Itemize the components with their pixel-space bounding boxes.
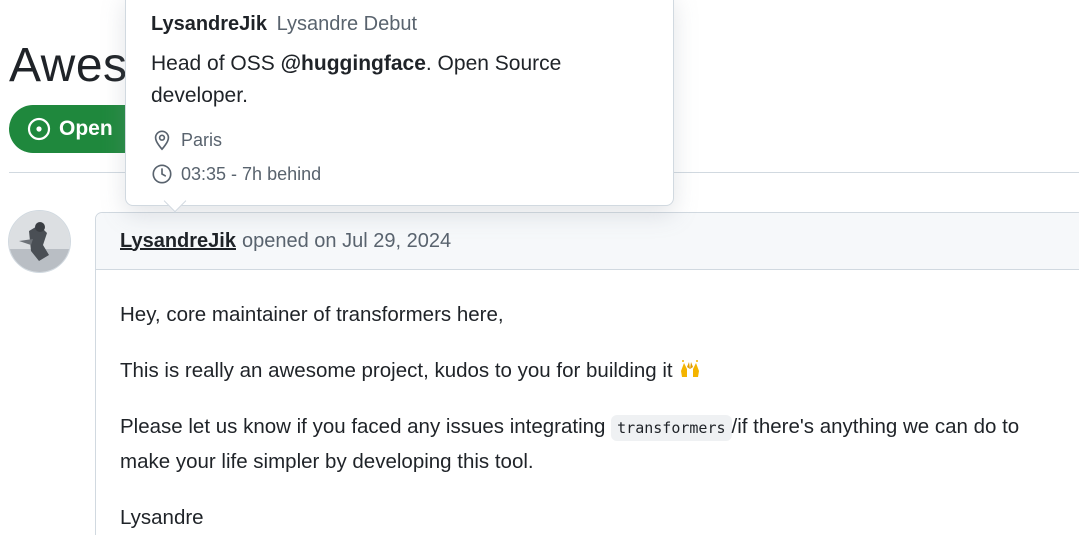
hovercard-arrow xyxy=(163,189,187,213)
raised-hands-emoji-icon xyxy=(681,360,700,377)
hovercard-location: Paris xyxy=(151,128,648,152)
hovercard-mention[interactable]: @huggingface xyxy=(281,52,426,75)
comment-paragraph: Please let us know if you faced any issu… xyxy=(120,415,1020,473)
comment-author-link[interactable]: LysandreJik xyxy=(120,230,236,253)
comment-card: LysandreJik opened on Jul 29, 2024 Hey, … xyxy=(95,212,1079,535)
comment-header: LysandreJik opened on Jul 29, 2024 xyxy=(96,213,1079,270)
hovercard-bio: Head of OSS @huggingface. Open Source de… xyxy=(151,52,562,107)
comment-signature: Lysandre xyxy=(120,506,204,529)
hovercard-fullname: Lysandre Debut xyxy=(276,13,418,35)
hovercard-login[interactable]: LysandreJik xyxy=(151,13,267,35)
comment-paragraph: Hey, core maintainer of transformers her… xyxy=(120,303,504,326)
comment-body: Hey, core maintainer of transformers her… xyxy=(96,270,1079,534)
comment-paragraph: This is really an awesome project, kudos… xyxy=(120,354,1060,387)
inline-code: transformers xyxy=(611,415,732,441)
issue-opened-icon xyxy=(27,117,51,141)
hovercard-name: LysandreJik Lysandre Debut xyxy=(151,13,648,36)
location-pin-icon xyxy=(154,130,170,151)
hovercard-local-time: 03:35 - 7h behind xyxy=(151,162,648,186)
avatar[interactable] xyxy=(8,210,71,273)
comment-meta: opened on Jul 29, 2024 xyxy=(242,229,452,252)
issue-state-label: Open xyxy=(59,117,113,140)
clock-icon xyxy=(152,164,172,184)
user-hovercard: LysandreJik Lysandre Debut Head of OSS @… xyxy=(125,0,674,213)
